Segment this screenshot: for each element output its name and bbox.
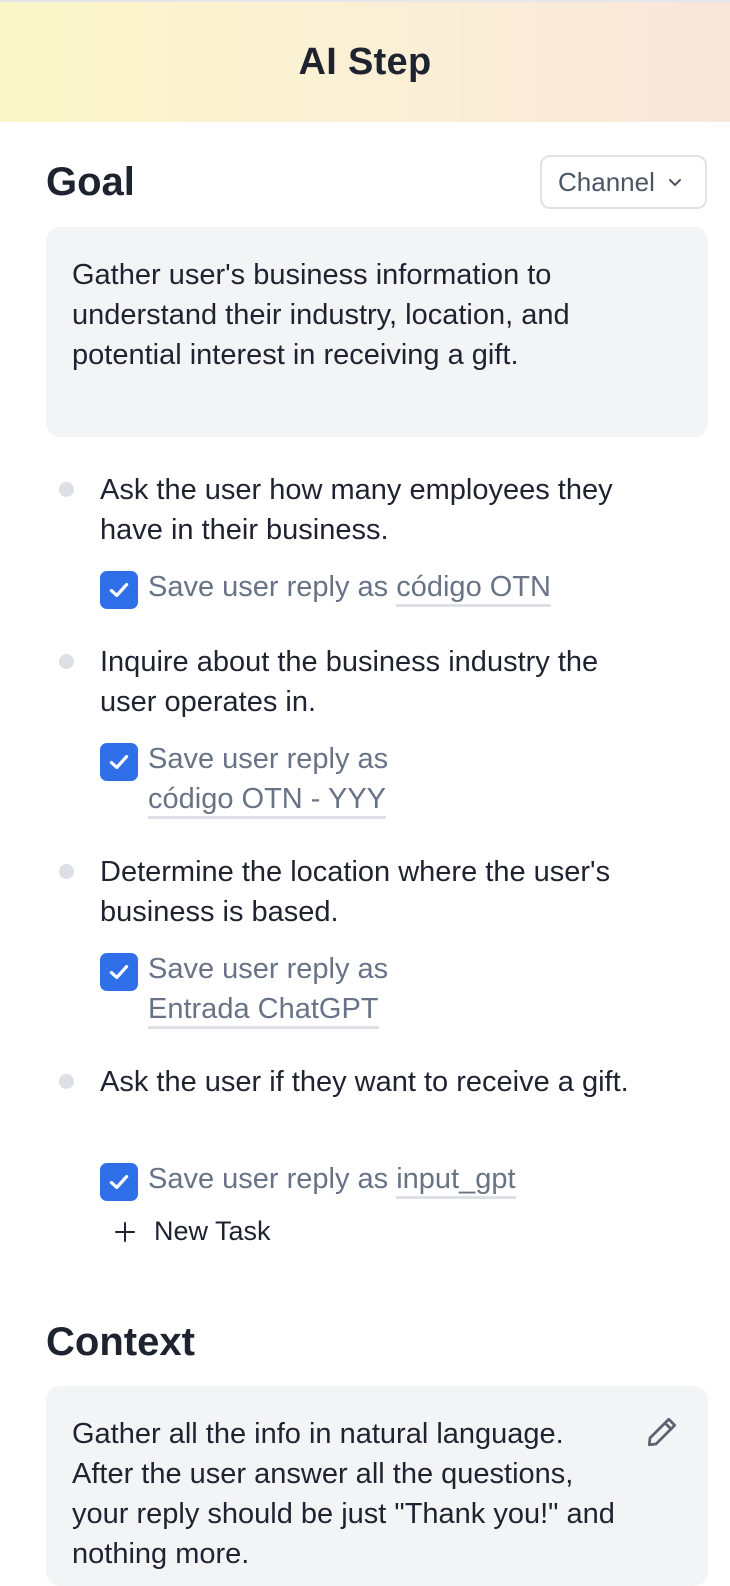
goal-textbox[interactable]: Gather user's business information to un…	[46, 227, 708, 437]
task-text[interactable]: Ask the user how many employees they hav…	[100, 470, 640, 550]
new-task-label: New Task	[154, 1216, 271, 1246]
save-reply-prefix: Save user reply as	[148, 571, 389, 603]
variable-name-link[interactable]: Entrada ChatGPT	[148, 993, 379, 1029]
pencil-icon[interactable]	[644, 1414, 680, 1450]
save-reply-checkbox[interactable]	[100, 953, 138, 991]
bullet-icon	[59, 864, 74, 879]
save-reply-prefix: Save user reply as	[148, 743, 389, 775]
checkmark-icon	[109, 1174, 129, 1190]
save-reply-checkbox[interactable]	[100, 571, 138, 609]
save-reply-prefix: Save user reply as	[148, 953, 389, 985]
checkmark-icon	[109, 582, 129, 598]
save-reply-label: Save user reply as input_gpt	[148, 1159, 618, 1199]
context-textbox[interactable]: Gather all the info in natural language.…	[46, 1386, 708, 1586]
variable-name-link[interactable]: código OTN	[396, 571, 551, 607]
context-title: Context	[46, 1320, 195, 1364]
save-reply-checkbox[interactable]	[100, 743, 138, 781]
page-title: AI Step	[298, 40, 432, 83]
save-reply-label: Save user reply as Entrada ChatGPT	[148, 949, 438, 1029]
plus-icon	[115, 1221, 135, 1242]
save-reply-prefix: Save user reply as	[148, 1163, 389, 1195]
context-text: Gather all the info in natural language.…	[72, 1418, 615, 1570]
save-reply-label: Save user reply as código OTN - YYY	[148, 739, 438, 819]
save-reply-checkbox[interactable]	[100, 1163, 138, 1201]
task-text[interactable]: Inquire about the business industry the …	[100, 642, 640, 722]
page-header: AI Step	[0, 0, 730, 122]
checkmark-icon	[109, 964, 129, 980]
goal-title: Goal	[46, 160, 135, 204]
checkmark-icon	[109, 754, 129, 770]
new-task-button[interactable]: New Task	[114, 1216, 271, 1247]
channel-dropdown-label: Channel	[558, 166, 655, 197]
save-reply-label: Save user reply as código OTN	[148, 567, 618, 607]
variable-name-link[interactable]: código OTN - YYY	[148, 783, 387, 819]
bullet-icon	[59, 1074, 74, 1089]
channel-dropdown[interactable]: Channel	[540, 155, 707, 209]
chevron-down-icon	[668, 179, 681, 186]
task-text[interactable]: Ask the user if they want to receive a g…	[100, 1062, 640, 1102]
goal-text: Gather user's business information to un…	[72, 259, 570, 371]
task-text[interactable]: Determine the location where the user's …	[100, 852, 640, 932]
variable-name-link[interactable]: input_gpt	[396, 1163, 516, 1199]
bullet-icon	[59, 654, 74, 669]
bullet-icon	[59, 482, 74, 497]
